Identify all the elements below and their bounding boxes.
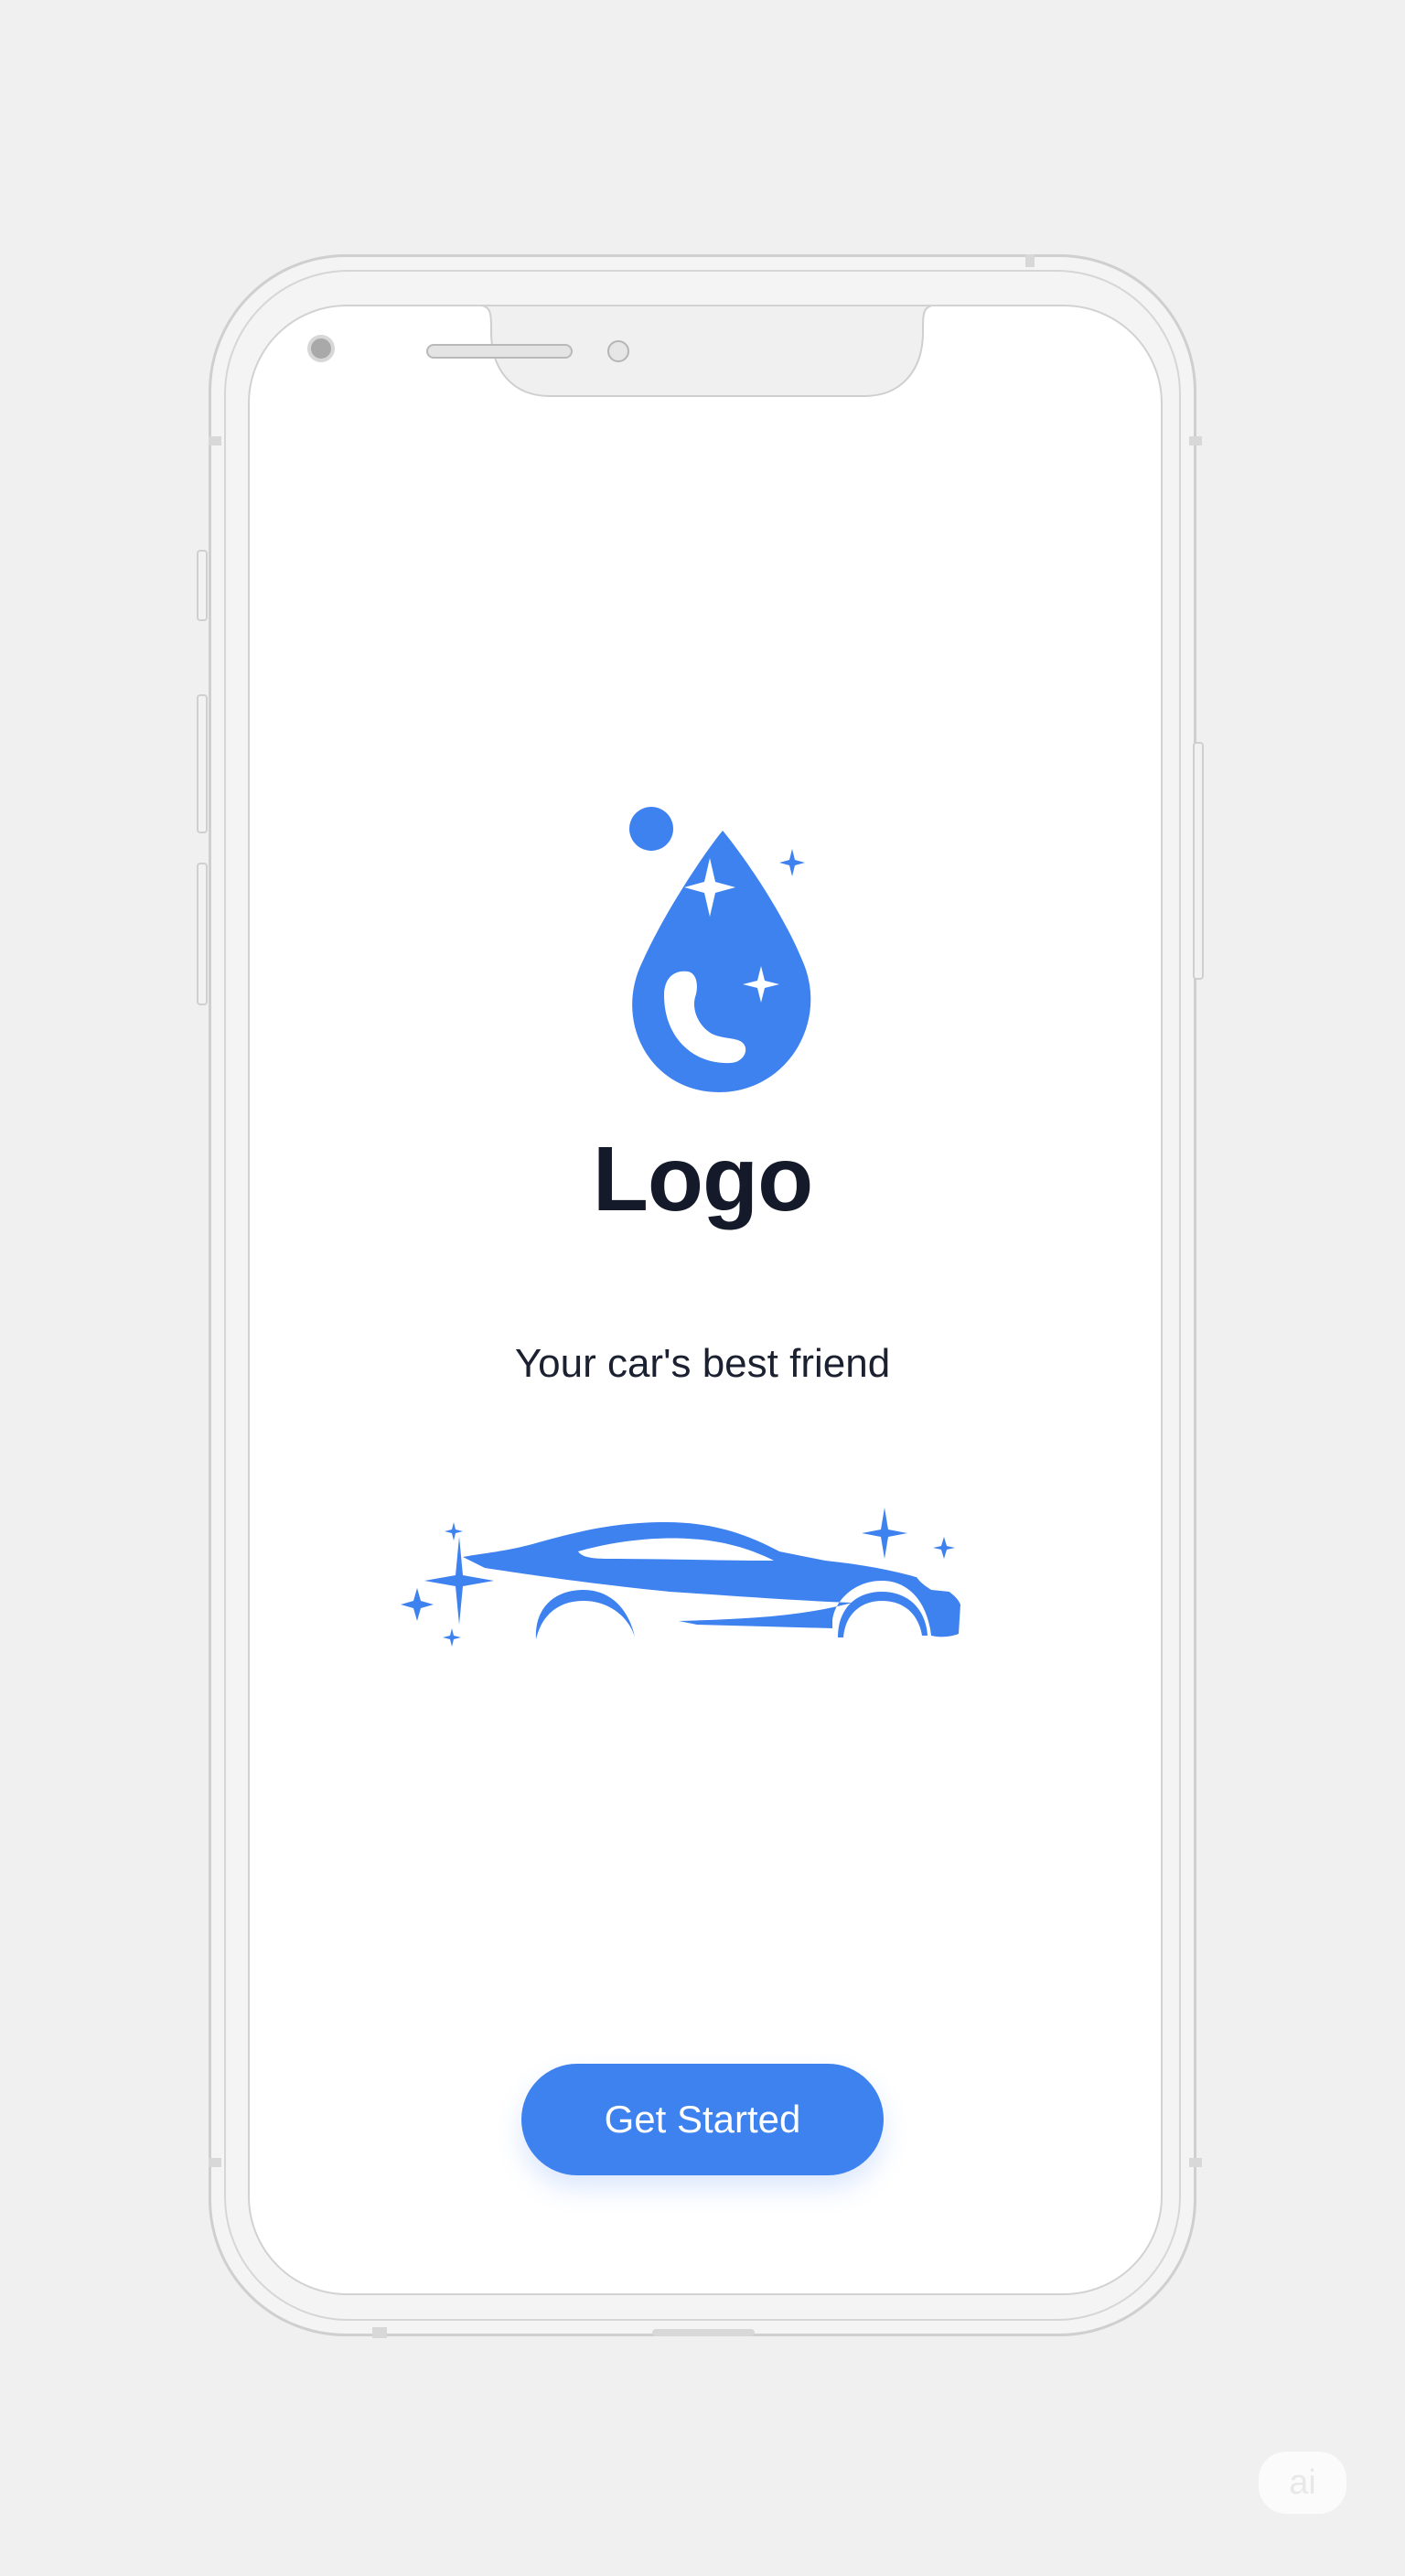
water-drop-phone-icon xyxy=(629,807,811,1092)
car-sparkle-icon xyxy=(401,1508,960,1647)
proximity-sensor xyxy=(607,340,629,362)
antenna-line-bottom xyxy=(372,2327,387,2338)
phone-frame xyxy=(197,254,1204,2338)
antenna-line-left xyxy=(209,436,221,445)
ai-watermark: ai xyxy=(1259,2452,1346,2514)
antenna-line-left-bottom xyxy=(209,2158,221,2167)
antenna-line-right xyxy=(1189,436,1202,445)
power-button xyxy=(1193,742,1204,980)
volume-up-button xyxy=(197,694,208,833)
silent-switch xyxy=(197,550,208,621)
tagline: Your car's best friend xyxy=(514,1341,891,1386)
volume-down-button xyxy=(197,863,208,1005)
earpiece-speaker xyxy=(426,344,573,359)
charging-port xyxy=(652,2329,755,2336)
screen xyxy=(248,305,1163,2295)
antenna-line-top xyxy=(1025,254,1035,267)
get-started-button[interactable]: Get Started xyxy=(521,2064,884,2175)
logo-wordmark: Logo xyxy=(592,1128,813,1230)
antenna-line-right-bottom xyxy=(1189,2158,1202,2167)
front-camera xyxy=(307,335,335,362)
